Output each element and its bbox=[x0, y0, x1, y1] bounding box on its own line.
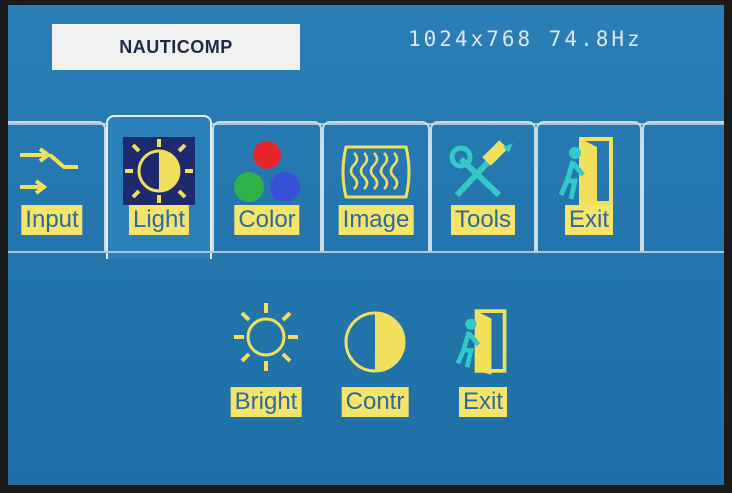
tab-tools[interactable]: Tools bbox=[430, 121, 536, 253]
wave-image-icon bbox=[340, 141, 412, 207]
tab-color-label: Color bbox=[234, 205, 300, 235]
tab-exit-label: Exit bbox=[564, 205, 614, 235]
rgb-dots-icon bbox=[229, 137, 305, 209]
hammer-wrench-icon bbox=[447, 139, 519, 205]
tab-color[interactable]: Color bbox=[212, 121, 322, 253]
resolution-readout: 1024x768 74.8Hz bbox=[408, 27, 643, 51]
tab-light-label: Light bbox=[128, 205, 190, 235]
osd-screen: NAUTICOMP 1024x768 74.8Hz Input Light Co… bbox=[8, 5, 724, 485]
brand-logo: NAUTICOMP bbox=[52, 24, 300, 70]
submenu-contrast-label: Contr bbox=[341, 387, 409, 417]
tab-tools-label: Tools bbox=[450, 205, 516, 235]
tabbar-bottom-divider bbox=[8, 251, 724, 253]
tab-empty bbox=[642, 121, 724, 253]
tab-input-label: Input bbox=[21, 205, 83, 235]
tab-image[interactable]: Image bbox=[322, 121, 430, 253]
sun-icon bbox=[232, 301, 300, 377]
brand-text: NAUTICOMP bbox=[119, 36, 233, 57]
exit-door-icon bbox=[558, 135, 619, 211]
sun-contrast-icon bbox=[123, 137, 195, 209]
tab-image-label: Image bbox=[338, 205, 414, 235]
exit-door-icon bbox=[455, 303, 512, 383]
submenu-bright-label: Bright bbox=[230, 387, 302, 417]
tab-light[interactable]: Light bbox=[106, 115, 212, 259]
input-arrows-icon bbox=[14, 141, 90, 203]
submenu-exit-label: Exit bbox=[458, 387, 508, 417]
tab-exit[interactable]: Exit bbox=[536, 121, 642, 253]
half-circle-contrast-icon bbox=[342, 309, 408, 379]
tab-input[interactable]: Input bbox=[8, 121, 106, 253]
